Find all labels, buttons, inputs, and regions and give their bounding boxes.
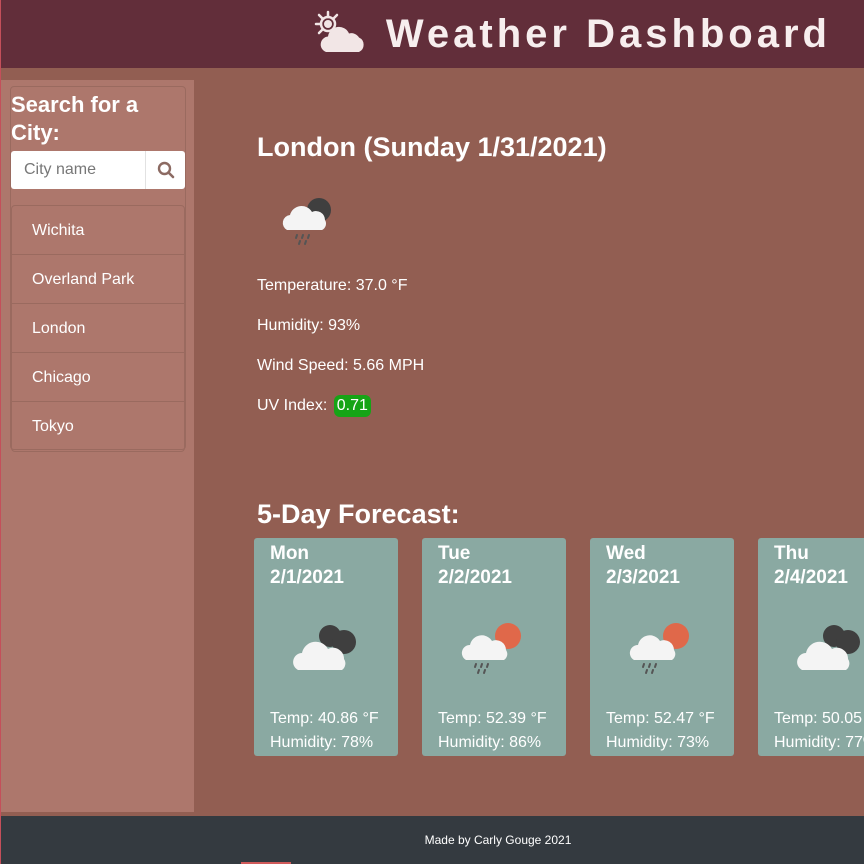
cloudy-icon [293,625,356,670]
rain-cloud-icon [282,198,331,245]
forecast-heading: 5-Day Forecast: [257,499,460,529]
uv-badge: 0.71 [333,395,371,417]
sun-rain-icon [461,623,521,674]
page-footer: Made by Carly Gouge 2021 [1,816,864,864]
current-wind-speed: Wind Speed: 5.66 MPH [257,357,425,374]
app-header: Weather Dashboard [1,0,864,68]
forecast-humidity: Humidity: 78% [270,734,374,751]
footer-credit: Made by Carly Gouge 2021 [424,833,572,847]
sun-cloud-icon [314,10,364,52]
forecast-day: Thu [774,543,809,564]
sidebar: Search for a City: Wichita Overland Park… [1,80,194,812]
search-button[interactable] [145,151,185,189]
city-search-input[interactable] [11,152,145,188]
city-history-item[interactable]: Chicago [12,353,184,402]
sun-rain-icon [629,623,689,674]
forecast-humidity: Humidity: 73% [606,734,710,751]
search-history-list: Wichita Overland Park London Chicago Tok… [11,205,185,452]
current-weather: London (Sunday 1/31/2021) Temperature: 3… [257,132,607,417]
forecast-day: Wed [606,543,646,564]
forecast-humidity: Humidity: 86% [438,734,542,751]
forecast-date: 2/3/2021 [606,567,680,588]
city-history-item[interactable]: Wichita [12,206,184,255]
search-heading: Search for a City: [11,92,139,145]
city-history-item[interactable]: Tokyo [12,402,184,451]
forecast-cards: Mon 2/1/2021 Temp: 40.86 °F Humidity: 78… [254,538,864,756]
page-title: Weather Dashboard [385,11,831,56]
forecast-date: 2/1/2021 [270,567,344,588]
forecast-card: Mon 2/1/2021 Temp: 40.86 °F Humidity: 78… [254,538,398,756]
forecast-temp: Temp: 52.47 °F [606,710,715,727]
forecast-temp: Temp: 52.39 °F [438,710,547,727]
current-temperature: Temperature: 37.0 °F [257,277,408,294]
forecast-date: 2/4/2021 [774,567,848,588]
forecast-date: 2/2/2021 [438,567,512,588]
city-history-item[interactable]: Overland Park [12,255,184,304]
search-panel: Search for a City: Wichita Overland Park… [10,86,186,452]
forecast-day: Tue [438,543,471,564]
current-uv-index: UV Index: 0.71 [257,395,371,417]
city-history-item[interactable]: London [12,304,184,353]
search-icon [157,161,174,179]
forecast-temp: Temp: 50.05 °F [774,710,864,727]
forecast-temp: Temp: 40.86 °F [270,710,379,727]
cloudy-icon [797,625,860,670]
current-city-title: London (Sunday 1/31/2021) [257,132,607,162]
forecast-humidity: Humidity: 77% [774,734,864,751]
search-bar [11,151,185,189]
uv-label: UV Index: [257,397,328,414]
forecast-card: Thu 2/4/2021 Temp: 50.05 °F Humidity: 77… [758,538,864,756]
forecast-day: Mon [270,543,310,564]
current-humidity: Humidity: 93% [257,317,361,334]
forecast-card: Tue 2/2/2021 Temp: 52.39 °F Humidity: 86… [422,538,566,756]
forecast-card: Wed 2/3/2021 Temp: 52.47 °F Humidity: 73… [590,538,734,756]
